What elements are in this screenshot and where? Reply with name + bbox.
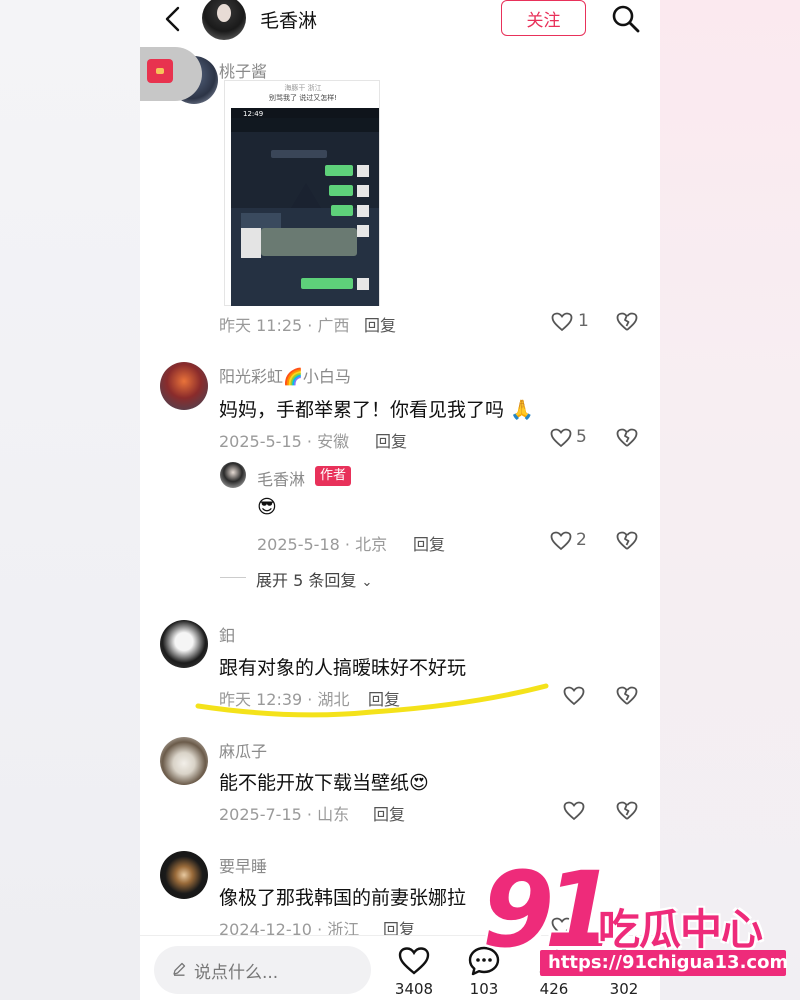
comment-text: 跟有对象的人搞暧昧好不好玩 bbox=[219, 657, 467, 679]
comment-meta: 2025-5-15 · 安徽 bbox=[219, 432, 350, 451]
expand-replies-button[interactable]: 展开 5 条回复 ⌄ bbox=[256, 567, 372, 591]
header: 毛香淋 关注 bbox=[140, 0, 660, 50]
header-username[interactable]: 毛香淋 bbox=[260, 6, 317, 33]
comment-username[interactable]: 鈤 bbox=[219, 622, 235, 646]
comment-text: 像极了那我韩国的前妻张娜拉 bbox=[219, 887, 467, 909]
watermark-text: 吃瓜中心 bbox=[598, 905, 763, 954]
watermark-url: https://91chigua13.com bbox=[540, 950, 788, 976]
follow-button[interactable]: 关注 bbox=[501, 0, 586, 36]
comment-text: 能不能开放下载当壁纸😍 bbox=[219, 772, 429, 794]
comment-input[interactable]: 说点什么... bbox=[154, 946, 371, 994]
comment-meta: 昨天 11:25 · 广西 bbox=[219, 316, 350, 335]
broken-heart-icon[interactable] bbox=[616, 311, 638, 333]
background-right bbox=[660, 0, 800, 1000]
reply-button[interactable]: 回复 bbox=[373, 801, 405, 825]
comment-meta: 2025-7-15 · 山东 bbox=[219, 805, 350, 824]
like-count: 1 bbox=[578, 311, 589, 331]
chat-screenshot: 12:49 bbox=[231, 108, 379, 306]
reply-meta: 2025-5-18 · 北京 bbox=[257, 535, 388, 554]
reply-avatar[interactable] bbox=[220, 462, 246, 488]
broken-heart-icon[interactable] bbox=[616, 800, 638, 822]
avatar[interactable] bbox=[160, 851, 208, 899]
heart-icon[interactable] bbox=[563, 801, 585, 821]
red-packet-icon[interactable] bbox=[140, 47, 202, 101]
reply-button[interactable]: 回复 bbox=[413, 531, 445, 555]
image-time: 12:49 bbox=[243, 110, 263, 118]
avatar[interactable] bbox=[160, 362, 208, 410]
image-caption-2: 别骂我了 说过又怎样! bbox=[268, 94, 338, 102]
comment-text: 妈妈，手都举累了！你看见我了吗 🙏 bbox=[219, 399, 534, 421]
watermark-logo: 91 吃瓜中心 https://91chigua13.com bbox=[470, 858, 800, 1000]
broken-heart-icon[interactable] bbox=[616, 427, 638, 449]
reply-button[interactable]: 回复 bbox=[375, 428, 407, 452]
heart-icon[interactable] bbox=[563, 686, 585, 706]
pen-icon bbox=[173, 962, 186, 976]
divider bbox=[220, 577, 246, 578]
like-count: 3408 bbox=[394, 980, 434, 998]
reply-text: 😎 bbox=[257, 496, 277, 518]
comment-username[interactable]: 桃子酱 bbox=[219, 58, 267, 82]
avatar[interactable] bbox=[160, 737, 208, 785]
image-caption-1: 海豚干 浙江 bbox=[284, 84, 322, 92]
like-count: 2 bbox=[576, 530, 587, 550]
reply-button[interactable]: 回复 bbox=[364, 312, 396, 336]
author-badge: 作者 bbox=[315, 466, 352, 486]
header-avatar[interactable] bbox=[202, 0, 246, 40]
heart-icon[interactable] bbox=[397, 945, 431, 977]
highlight-underline bbox=[195, 683, 549, 718]
comment-input-placeholder: 说点什么... bbox=[194, 962, 279, 983]
broken-heart-icon[interactable] bbox=[616, 685, 638, 707]
comment-image[interactable]: 海豚干 浙江 别骂我了 说过又怎样! 12:49 bbox=[224, 80, 380, 306]
search-icon[interactable] bbox=[611, 4, 641, 34]
reply-username[interactable]: 毛香淋 bbox=[257, 466, 305, 490]
comment-username[interactable]: 要早睡 bbox=[219, 853, 267, 877]
expand-replies-label: 展开 5 条回复 bbox=[256, 571, 357, 590]
comment-username[interactable]: 麻瓜子 bbox=[219, 738, 267, 762]
background-left bbox=[0, 0, 140, 1000]
heart-icon[interactable] bbox=[550, 428, 572, 448]
chevron-left-icon[interactable] bbox=[162, 6, 186, 32]
like-count: 5 bbox=[576, 427, 587, 447]
watermark-number: 91 bbox=[482, 849, 617, 971]
avatar[interactable] bbox=[160, 620, 208, 668]
heart-icon[interactable] bbox=[551, 312, 573, 332]
chevron-down-icon: ⌄ bbox=[361, 575, 373, 590]
comment-username[interactable]: 阳光彩虹🌈小白马 bbox=[219, 363, 351, 387]
heart-icon[interactable] bbox=[550, 531, 572, 551]
broken-heart-icon[interactable] bbox=[616, 530, 638, 552]
